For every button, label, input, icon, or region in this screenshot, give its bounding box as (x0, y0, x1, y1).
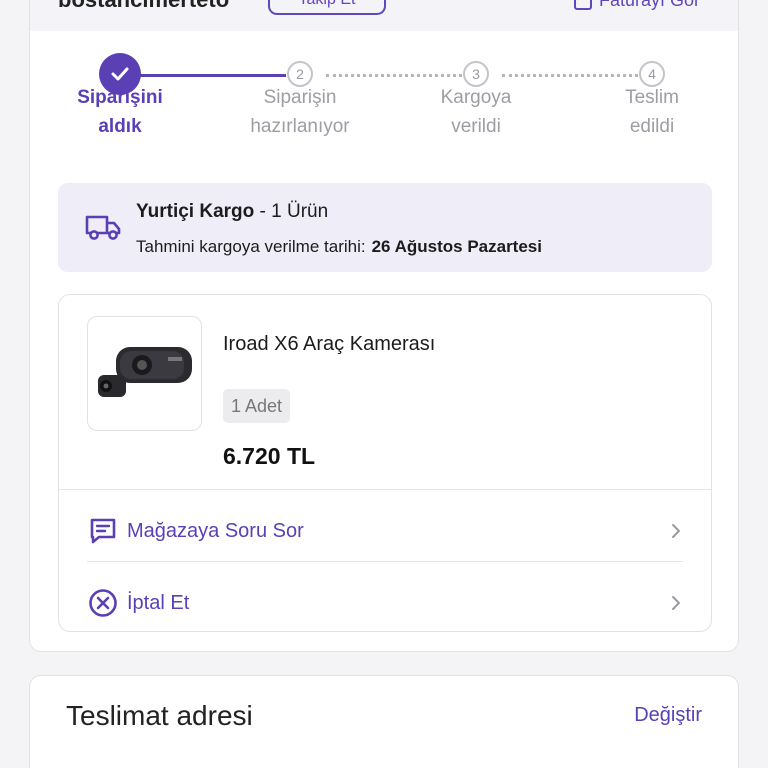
carrier-name: Yurtiçi Kargo (136, 201, 255, 222)
shipment-carrier: Yurtiçi Kargo - 1 Ürün (136, 201, 328, 223)
step-4-label-line2: edildi (629, 116, 675, 137)
estimate-date: 26 Ağustos Pazartesi (371, 237, 542, 256)
step-4-label-line1: Teslim (625, 87, 679, 108)
seller-name[interactable]: bostancimerteto (58, 0, 229, 13)
divider (59, 489, 711, 490)
address-title: Teslimat adresi (66, 700, 253, 731)
step-1-label-line2: aldık (98, 116, 142, 137)
dash-camera-image (98, 347, 192, 397)
product-card: Iroad X6 Araç Kamerası 1 Adet 6.720 TL M… (58, 294, 712, 632)
step-3-label-line2: verildi (451, 116, 501, 137)
document-icon (573, 0, 592, 10)
product-price: 6.720 TL (223, 443, 316, 469)
change-address-button[interactable]: Değiştir (634, 704, 702, 727)
ask-store-button[interactable]: Mağazaya Soru Sor (87, 505, 683, 557)
shipment-info: Yurtiçi Kargo - 1 Ürün Tahmini kargoya v… (58, 183, 712, 272)
invoice-link[interactable]: Faturayı Gör (573, 0, 700, 11)
product-name[interactable]: Iroad X6 Araç Kamerası (223, 333, 435, 356)
follow-button[interactable]: Takip Et (268, 0, 386, 15)
step-4-label: Teslim edildi (582, 83, 722, 141)
truck-icon (85, 215, 121, 240)
ask-store-label: Mağazaya Soru Sor (127, 519, 304, 542)
progress-line-complete (122, 74, 286, 77)
step-3-label-line1: Kargoya (440, 87, 512, 108)
progress-line-pending (502, 74, 638, 77)
shipment-estimate: Tahmini kargoya verilme tarihi: 26 Ağusto… (136, 237, 542, 257)
estimate-label: Tahmini kargoya verilme tarihi: (136, 237, 366, 256)
seller-header: bostancimerteto Takip Et Faturayı Gör (30, 0, 738, 31)
invoice-label: Faturayı Gör (599, 0, 700, 11)
chevron-right-icon (672, 596, 680, 610)
chevron-right-icon (672, 524, 680, 538)
message-icon (90, 518, 116, 544)
product-image[interactable] (87, 316, 202, 431)
cancel-label: İptal Et (127, 591, 190, 614)
delivery-address-card: Teslimat adresi Değiştir (29, 675, 739, 768)
step-1-label-line1: Siparişini (77, 87, 163, 108)
step-2-label: Siparişin hazırlanıyor (230, 83, 370, 141)
progress-line-pending (326, 74, 462, 77)
item-count: - 1 Ürün (259, 201, 329, 222)
order-card: bostancimerteto Takip Et Faturayı Gör 2 … (29, 0, 739, 652)
cancel-circle-icon (89, 589, 117, 617)
step-2-label-line2: hazırlanıyor (250, 116, 350, 137)
step-3-label: Kargoya verildi (406, 83, 546, 141)
step-2-label-line1: Siparişin (263, 87, 337, 108)
quantity-badge: 1 Adet (223, 389, 291, 423)
order-progress: 2 3 4 Siparişini aldık Siparişin hazırla… (30, 51, 738, 161)
step-1-label: Siparişini aldık (50, 83, 190, 141)
cancel-button[interactable]: İptal Et (87, 577, 683, 629)
divider (87, 561, 683, 562)
